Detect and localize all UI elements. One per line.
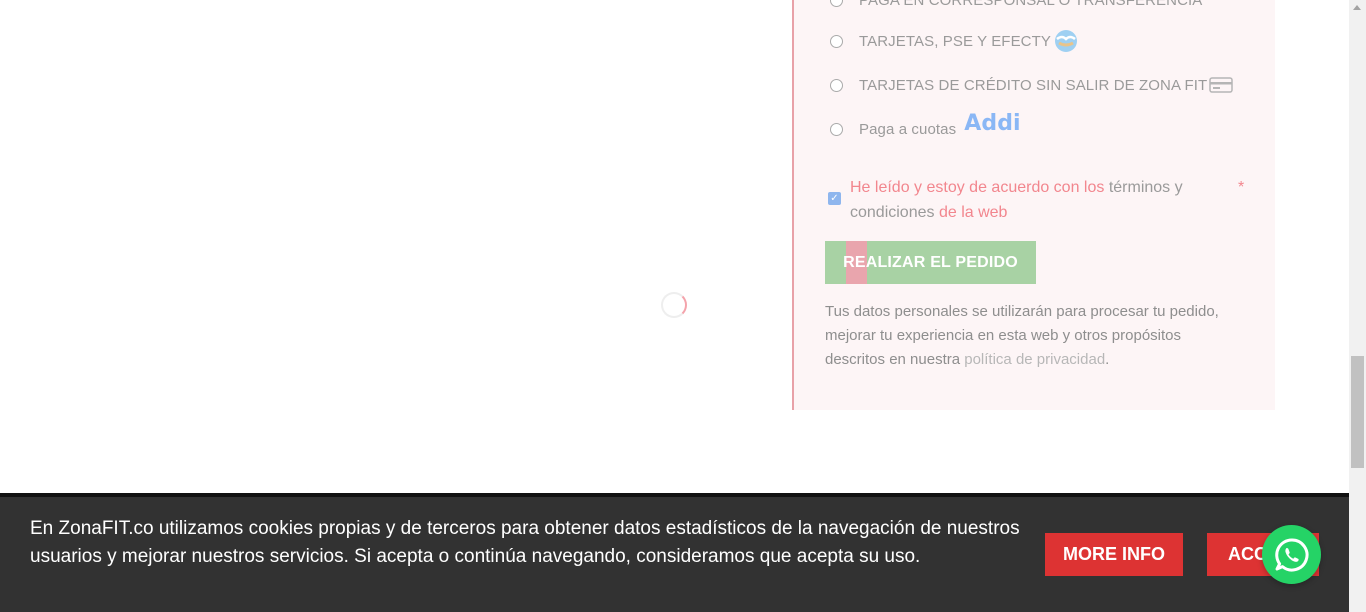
whatsapp-chat-button[interactable] bbox=[1262, 525, 1321, 584]
page-scrollbar[interactable] bbox=[1349, 0, 1366, 612]
more-info-button[interactable]: MORE INFO bbox=[1045, 533, 1183, 576]
scrollbar-thumb[interactable] bbox=[1351, 356, 1364, 468]
payment-radio[interactable] bbox=[830, 0, 843, 7]
payment-option-label: TARJETAS DE CRÉDITO SIN SALIR DE ZONA FI… bbox=[859, 76, 1208, 94]
place-order-button[interactable]: REALIZAR EL PEDIDO bbox=[825, 241, 1036, 284]
payment-radio[interactable] bbox=[830, 34, 843, 48]
loading-spinner bbox=[661, 292, 687, 318]
payment-option-corresponsal[interactable]: PAGA EN CORRESPONSAL O TRANSFERENCIA bbox=[830, 0, 1202, 12]
addi-logo: Addi bbox=[964, 110, 1021, 136]
payment-option-label: Paga a cuotas bbox=[859, 120, 957, 138]
scroll-up-arrow-icon[interactable] bbox=[1353, 5, 1361, 10]
payment-option-addi[interactable]: Paga a cuotas Addi bbox=[830, 111, 1021, 141]
required-mark: * bbox=[1238, 179, 1245, 196]
privacy-notice: Tus datos personales se utilizarán para … bbox=[825, 300, 1245, 372]
whatsapp-icon bbox=[1274, 537, 1308, 571]
checkout-payment-panel: PAGA EN CORRESPONSAL O TRANSFERENCIA TAR… bbox=[792, 0, 1275, 410]
cookie-message: En ZonaFIT.co utilizamos cookies propias… bbox=[30, 518, 1020, 567]
credit-card-icon bbox=[1209, 76, 1234, 94]
payment-radio[interactable] bbox=[830, 78, 843, 92]
terms-text-end: de la web bbox=[938, 204, 1008, 221]
payment-option-tarjetas-pse[interactable]: TARJETAS, PSE Y EFECTY bbox=[830, 29, 1079, 53]
cookie-consent-bar: En ZonaFIT.co utilizamos cookies propias… bbox=[0, 493, 1349, 612]
payment-radio[interactable] bbox=[830, 122, 843, 136]
terms-checkbox[interactable]: ✓ bbox=[828, 192, 841, 205]
privacy-period: . bbox=[1105, 351, 1110, 368]
payment-option-label: PAGA EN CORRESPONSAL O TRANSFERENCIA bbox=[859, 0, 1203, 9]
terms-text-start: He leído y estoy de acuerdo con los bbox=[850, 179, 1105, 196]
globe-handshake-icon bbox=[1053, 28, 1079, 54]
payment-option-tarjetas-credito[interactable]: TARJETAS DE CRÉDITO SIN SALIR DE ZONA FI… bbox=[830, 73, 1234, 97]
privacy-policy-link[interactable]: política de privacidad bbox=[964, 351, 1105, 368]
payment-option-label: TARJETAS, PSE Y EFECTY bbox=[859, 32, 1051, 50]
place-order-label: REALIZAR EL PEDIDO bbox=[843, 253, 1018, 271]
